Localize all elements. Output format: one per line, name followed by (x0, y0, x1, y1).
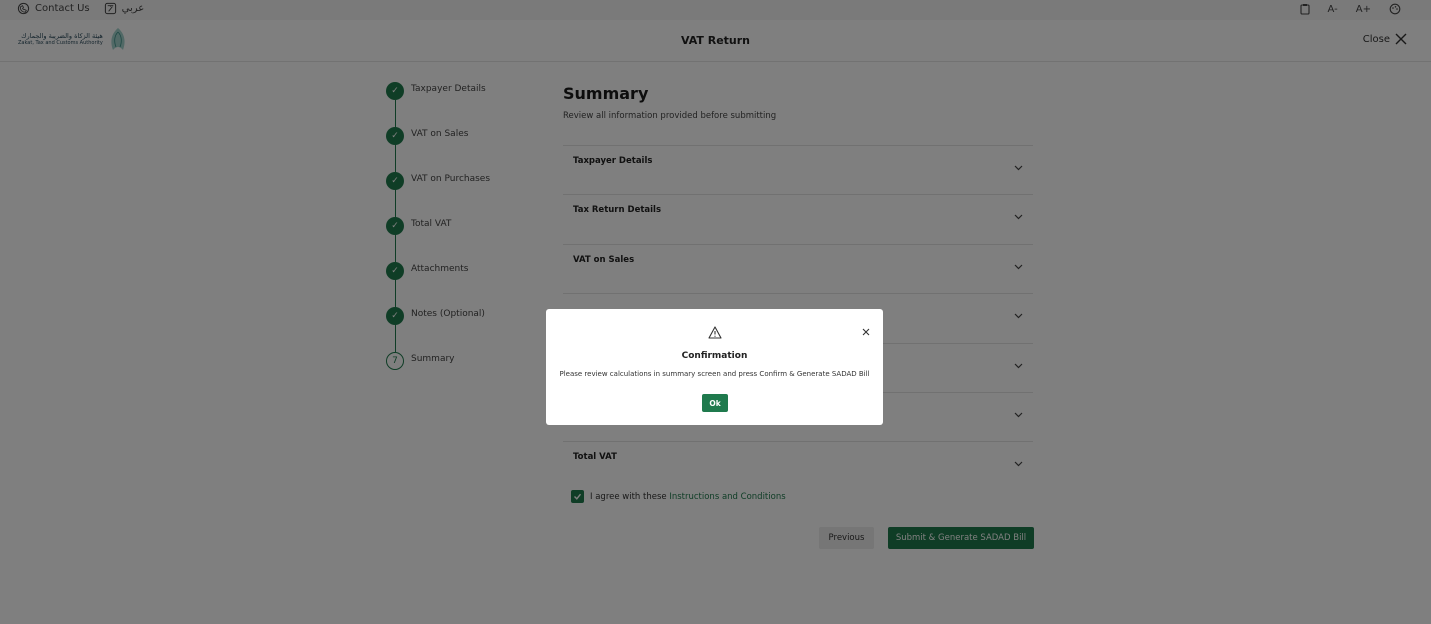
ok-button[interactable]: Ok (702, 394, 728, 412)
warning-icon (546, 326, 883, 339)
dialog-message: Please review calculations in summary sc… (559, 370, 870, 378)
confirmation-dialog: Confirmation Please review calculations … (546, 309, 883, 425)
dialog-title: Confirmation (681, 351, 748, 361)
